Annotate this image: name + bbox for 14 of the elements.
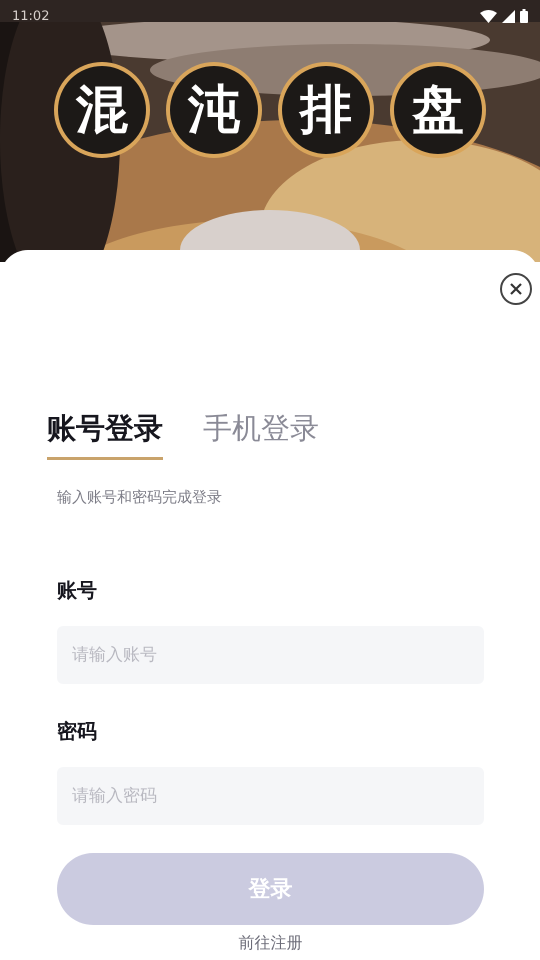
login-tab[interactable]: 账号登录: [47, 409, 163, 460]
login-tab[interactable]: 手机登录: [203, 409, 319, 460]
input-field[interactable]: 请输入账号: [57, 626, 484, 684]
close-button[interactable]: [500, 273, 532, 305]
register-link[interactable]: 前往注册: [238, 933, 302, 954]
status-time: 11:02: [12, 8, 50, 24]
input-field[interactable]: 请输入密码: [57, 767, 484, 825]
battery-icon: [520, 9, 528, 23]
hint-text: 输入账号和密码完成登录: [57, 488, 223, 507]
field-label: 账号: [57, 577, 98, 604]
close-icon: [510, 283, 522, 295]
wifi-icon: [480, 10, 497, 22]
field-label: 密码: [57, 718, 98, 745]
signal-icon: [502, 10, 515, 22]
